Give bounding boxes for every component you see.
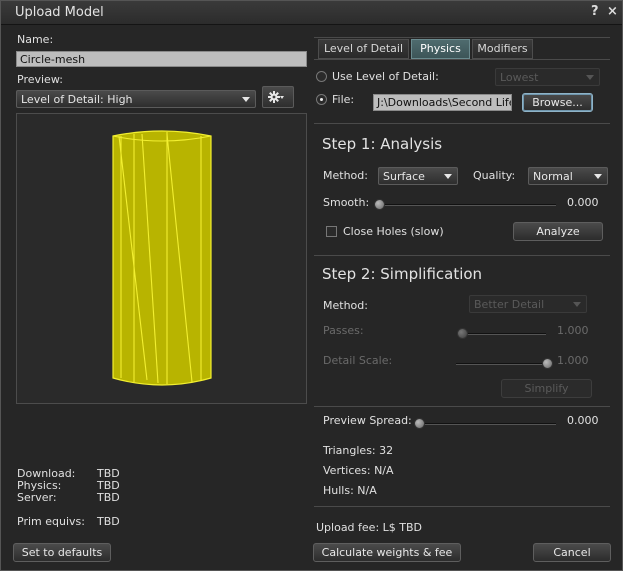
gear-icon	[268, 91, 284, 103]
tabs-top-divider	[314, 37, 610, 38]
step1-heading: Step 1: Analysis	[322, 135, 443, 153]
detail-scale-value: 1.000	[557, 354, 589, 367]
quality-label: Quality:	[473, 169, 516, 182]
calculate-weights-fee-button[interactable]: Calculate weights & fee	[313, 543, 461, 562]
preview-lod-select[interactable]: Level of Detail: High	[16, 90, 256, 108]
preview-spread-label: Preview Spread:	[323, 414, 412, 427]
use-lod-label: Use Level of Detail:	[332, 70, 439, 83]
use-lod-select-value: Lowest	[500, 71, 539, 84]
help-icon[interactable]: ?	[591, 4, 599, 19]
preview-options-button[interactable]	[262, 86, 294, 108]
detail-scale-slider-thumb[interactable]	[542, 358, 553, 369]
passes-value: 1.000	[557, 324, 589, 337]
analyze-button[interactable]: Analyze	[513, 222, 603, 241]
chevron-down-icon	[586, 75, 594, 80]
name-label: Name:	[17, 33, 54, 46]
upload-fee-label: Upload fee: L$ TBD	[316, 521, 423, 534]
simplification-method-select[interactable]: Better Detail	[469, 295, 587, 313]
detail-scale-slider-track[interactable]	[456, 363, 548, 365]
tabs-bottom-divider	[314, 59, 610, 60]
upload-model-window: Upload Model ? × Name: Circle-mesh Previ…	[0, 0, 623, 571]
close-icon[interactable]: ×	[607, 4, 618, 19]
chevron-down-icon	[573, 302, 581, 307]
name-input[interactable]: Circle-mesh	[16, 51, 307, 67]
preview-lod-select-value: Level of Detail: High	[21, 93, 133, 106]
spread-divider	[314, 406, 610, 407]
close-holes-checkbox[interactable]	[326, 226, 337, 237]
server-label: Server:	[17, 491, 57, 504]
smooth-value: 0.000	[567, 196, 599, 209]
tab-modifiers[interactable]: Modifiers	[472, 39, 533, 59]
tab-physics[interactable]: Physics	[411, 39, 470, 59]
model-preview-viewport[interactable]	[16, 113, 307, 404]
tab-level-of-detail[interactable]: Level of Detail	[318, 39, 409, 59]
smooth-label: Smooth:	[323, 196, 370, 209]
smooth-slider-thumb[interactable]	[374, 199, 385, 210]
preview-spread-value: 0.000	[567, 414, 599, 427]
preview-spread-slider-thumb[interactable]	[414, 418, 425, 429]
close-holes-label: Close Holes (slow)	[343, 225, 444, 238]
detail-scale-label: Detail Scale:	[323, 354, 393, 367]
analysis-method-select[interactable]: Surface	[378, 167, 458, 185]
smooth-slider-track[interactable]	[376, 204, 556, 206]
quality-value: Normal	[533, 170, 573, 183]
chevron-down-icon	[444, 174, 452, 179]
hulls-count: Hulls: N/A	[323, 484, 377, 497]
cylinder-mesh-preview	[112, 130, 212, 386]
file-radio[interactable]	[316, 94, 327, 105]
step2-divider	[314, 255, 610, 256]
simplification-method-label: Method:	[323, 299, 368, 312]
triangles-count: Triangles: 32	[323, 444, 394, 457]
prim-equivs-value: TBD	[97, 515, 120, 528]
quality-select[interactable]: Normal	[528, 167, 608, 185]
analysis-method-label: Method:	[323, 169, 368, 182]
simplify-button[interactable]: Simplify	[501, 379, 592, 398]
set-to-defaults-button[interactable]: Set to defaults	[13, 543, 111, 562]
use-lod-radio[interactable]	[316, 71, 327, 82]
chevron-down-icon	[242, 97, 250, 102]
cancel-button[interactable]: Cancel	[533, 543, 611, 562]
prim-equivs-label: Prim equivs:	[17, 515, 85, 528]
use-lod-select[interactable]: Lowest	[495, 68, 600, 86]
passes-slider-track[interactable]	[458, 333, 546, 335]
physics-file-input[interactable]: J:\Downloads\Second Life	[373, 94, 512, 111]
preview-label: Preview:	[17, 73, 63, 86]
window-title: Upload Model	[15, 5, 104, 20]
preview-spread-slider-track[interactable]	[417, 423, 556, 425]
title-bar[interactable]: Upload Model ? ×	[1, 1, 622, 25]
passes-label: Passes:	[323, 324, 364, 337]
passes-slider-thumb[interactable]	[457, 328, 468, 339]
analysis-method-value: Surface	[383, 170, 425, 183]
fee-divider	[314, 506, 610, 507]
simplification-method-value: Better Detail	[474, 298, 545, 311]
step1-divider	[314, 123, 610, 124]
chevron-down-icon	[594, 174, 602, 179]
browse-button[interactable]: Browse...	[522, 93, 593, 112]
step2-heading: Step 2: Simplification	[322, 265, 483, 283]
server-value: TBD	[97, 491, 120, 504]
file-label: File:	[332, 93, 355, 106]
vertices-count: Vertices: N/A	[323, 464, 394, 477]
